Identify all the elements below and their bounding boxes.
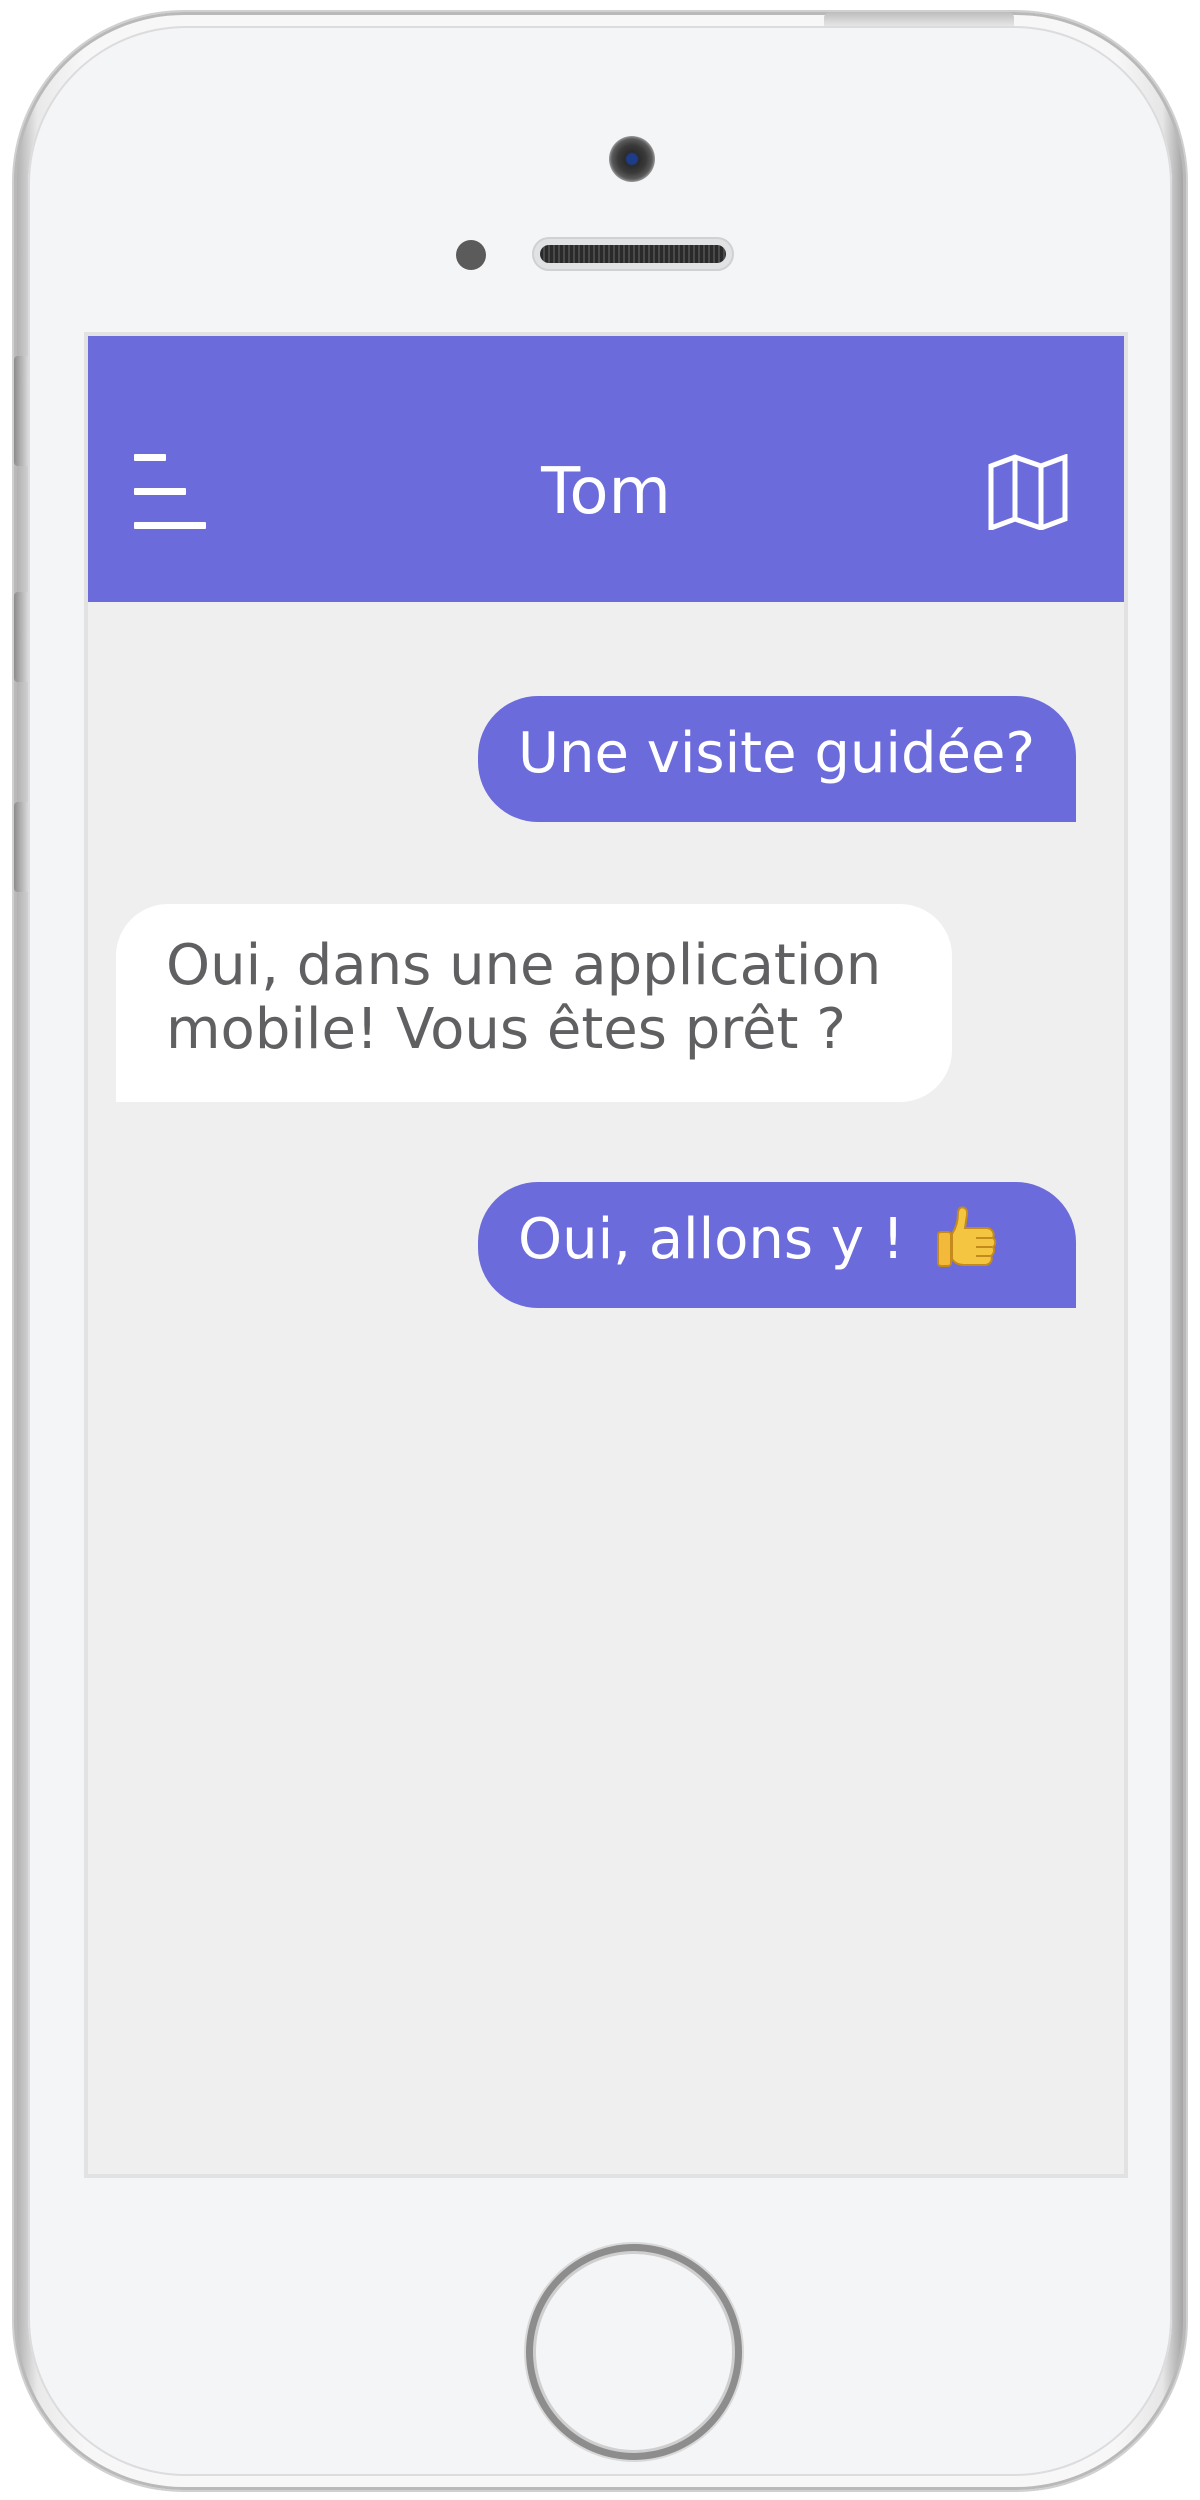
home-button[interactable] <box>526 2244 742 2460</box>
outgoing-message: Oui, allons y ! <box>478 1182 1076 1308</box>
front-camera <box>609 136 655 182</box>
page-title: Tom <box>541 455 671 529</box>
mute-switch <box>14 356 28 466</box>
thumbs-up-emoji-icon <box>937 1206 997 1267</box>
message-text: Oui, dans une application mobile! Vous ê… <box>166 933 882 1062</box>
volume-up-button <box>14 592 28 682</box>
volume-down-button <box>14 802 28 892</box>
incoming-message: Oui, dans une application mobile! Vous ê… <box>116 904 952 1102</box>
power-button <box>824 12 1014 26</box>
app-screen: Tom Une visite guidée? Oui, dans une app… <box>88 336 1124 2174</box>
message-text: Une visite guidée? <box>518 721 1036 786</box>
message-text: Oui, allons y ! <box>518 1207 905 1272</box>
map-icon[interactable] <box>988 454 1068 530</box>
earpiece-speaker <box>532 237 734 271</box>
outgoing-message: Une visite guidée? <box>478 696 1076 822</box>
app-header: Tom <box>88 336 1124 602</box>
proximity-sensor <box>456 240 486 270</box>
